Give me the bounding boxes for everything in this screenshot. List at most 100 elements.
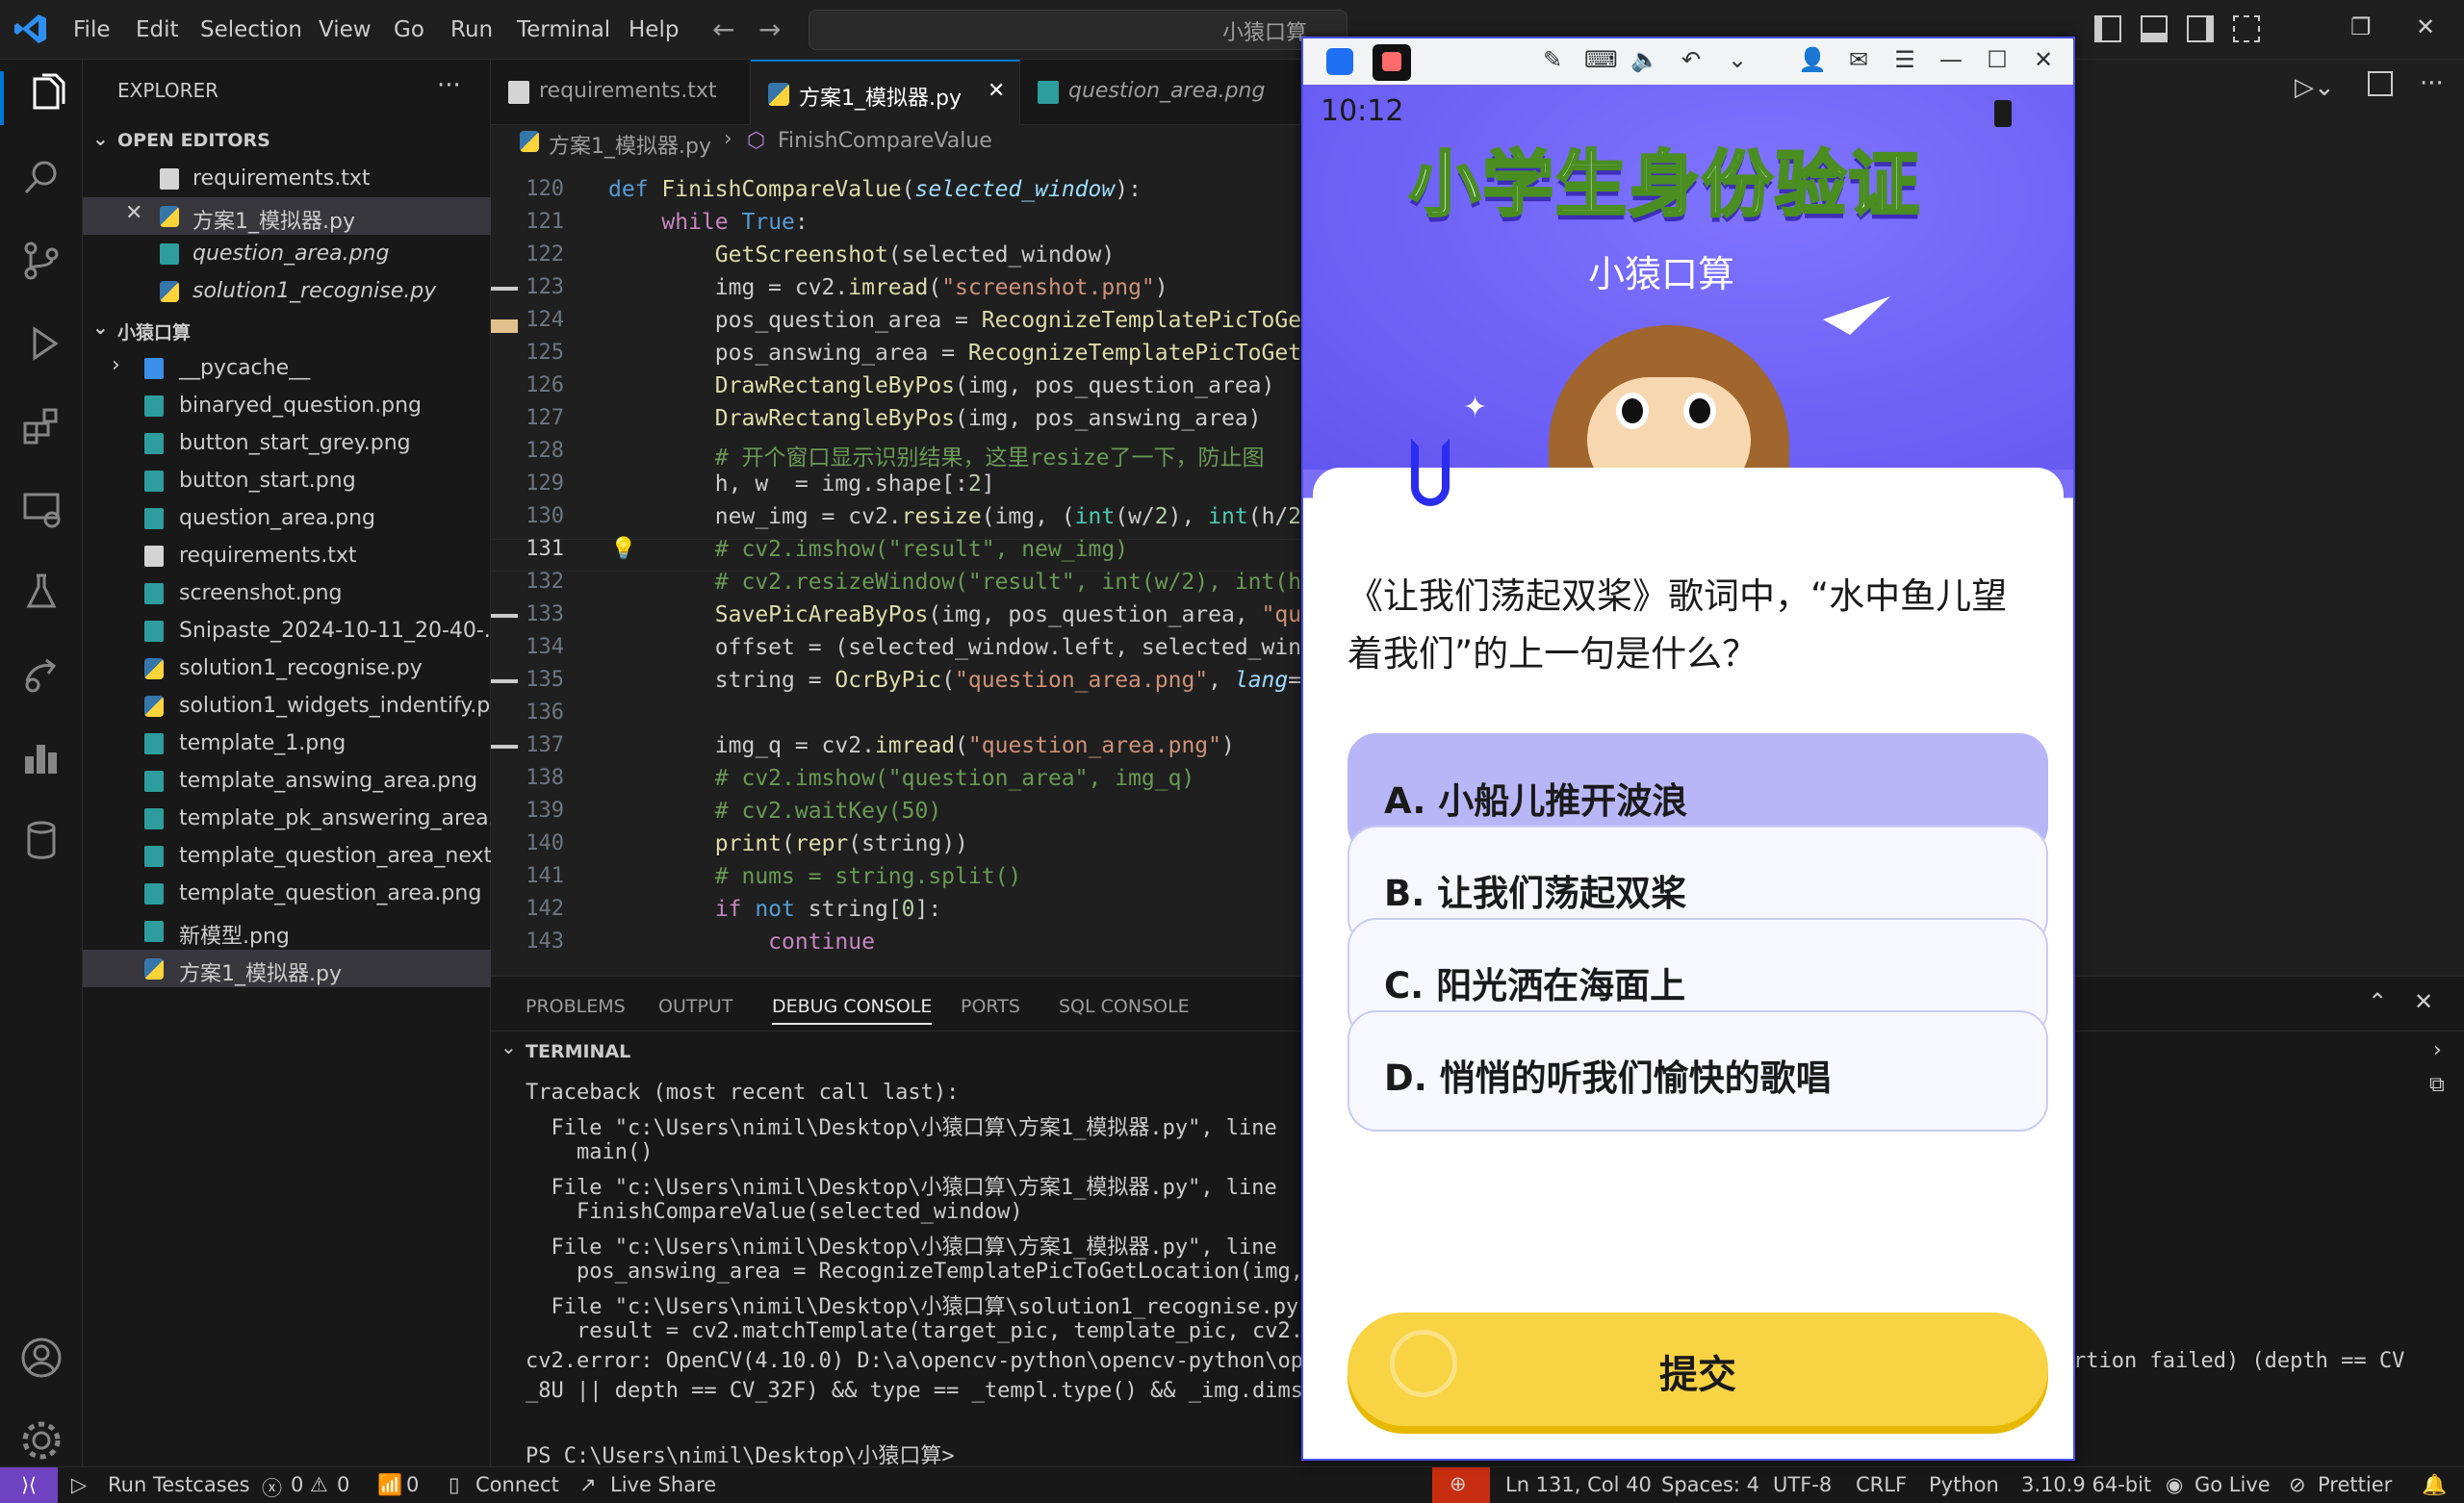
database-icon[interactable] <box>19 818 64 862</box>
file-item[interactable]: template_1.png <box>83 725 491 762</box>
file-item-pycache[interactable]: › __pycache__ <box>83 349 491 387</box>
menu-help[interactable]: Help <box>629 17 679 42</box>
file-item[interactable]: solution1_recognise.py <box>83 650 491 687</box>
close-panel-icon[interactable]: ✕ <box>2414 988 2433 1015</box>
search-icon[interactable] <box>19 156 64 200</box>
file-item[interactable]: template_question_area_next.... <box>83 837 491 875</box>
more-actions-icon[interactable]: ··· <box>2420 69 2444 98</box>
restore-icon[interactable]: ❐ <box>2350 13 2372 40</box>
file-item[interactable]: template_answing_area.png <box>83 762 491 800</box>
line-ending[interactable]: CRLF <box>1856 1473 1907 1496</box>
source-control-icon[interactable] <box>19 239 64 283</box>
python-interpreter[interactable]: 3.10.9 64-bit <box>2021 1473 2151 1496</box>
tab-output[interactable]: OUTPUT <box>658 996 732 1017</box>
toggle-panel-icon[interactable] <box>2141 15 2168 42</box>
file-item[interactable]: template_pk_answering_area.... <box>83 800 491 837</box>
live-share-icon[interactable] <box>19 652 64 697</box>
file-item[interactable]: Snipaste_2024-10-11_20-40-... <box>83 612 491 650</box>
menu-file[interactable]: File <box>73 17 111 42</box>
run-debug-icon[interactable] <box>19 321 64 366</box>
toggle-secondary-sidebar-icon[interactable] <box>2187 15 2214 42</box>
open-editor-item[interactable]: question_area.png <box>83 235 491 272</box>
menu-terminal[interactable]: Terminal <box>517 17 610 42</box>
undo-icon[interactable]: ↶ <box>1677 46 1706 75</box>
remote-indicator-icon[interactable]: ⟩⟨ <box>0 1467 58 1503</box>
menu-run[interactable]: Run <box>450 17 493 42</box>
menu-edit[interactable]: Edit <box>136 17 179 42</box>
submit-button[interactable]: 提交 <box>1348 1312 2048 1426</box>
testing-icon[interactable] <box>19 570 64 614</box>
breadcrumb-symbol[interactable]: FinishCompareValue <box>778 129 992 153</box>
menu-selection[interactable]: Selection <box>200 17 302 42</box>
maximize-panel-icon[interactable]: ⌃ <box>2368 988 2387 1015</box>
encoding[interactable]: UTF-8 <box>1773 1473 1832 1496</box>
file-item[interactable]: template_question_area.png <box>83 875 491 912</box>
menu-view[interactable]: View <box>319 17 372 42</box>
run-testcases-button[interactable]: Run Testcases <box>108 1473 250 1496</box>
mail-icon[interactable]: ✉ <box>1844 46 1873 75</box>
go-live-button[interactable]: Go Live <box>2194 1473 2271 1496</box>
open-editor-item[interactable]: solution1_recognise.py <box>83 272 491 310</box>
tab-requirements[interactable]: requirements.txt <box>491 60 751 125</box>
tab-debug-console[interactable]: DEBUG CONSOLE <box>772 996 933 1025</box>
error-count[interactable]: 0 <box>291 1473 303 1496</box>
file-item[interactable]: 新模型.png <box>83 912 491 950</box>
close-tab-icon[interactable]: ✕ <box>988 79 1005 103</box>
terminal-prompt[interactable]: PS C:\Users\nimil\Desktop\小猿口算> <box>526 1439 955 1469</box>
user-icon[interactable]: 👤 <box>1798 46 1827 75</box>
maximize-icon[interactable]: ☐ <box>1983 46 2012 75</box>
keyboard-icon[interactable]: ⌨ <box>1584 46 1618 75</box>
zoom-indicator[interactable]: ⊕ <box>1432 1467 1490 1503</box>
notifications-icon[interactable]: 🔔 <box>2422 1473 2447 1497</box>
close-window-icon[interactable]: ✕ <box>2416 13 2435 40</box>
file-item[interactable]: question_area.png <box>83 499 491 537</box>
toggle-primary-sidebar-icon[interactable] <box>2094 15 2121 42</box>
file-item-active[interactable]: 方案1_模拟器.py <box>83 950 491 987</box>
connect-button[interactable]: Connect <box>475 1473 559 1496</box>
volume-icon[interactable]: 🔈 <box>1630 46 1659 75</box>
cursor-position[interactable]: Ln 131, Col 40 <box>1505 1473 1652 1496</box>
live-share-button[interactable]: Live Share <box>610 1473 716 1496</box>
more-actions-icon[interactable]: ··· <box>437 71 461 100</box>
option-d[interactable]: D. 悄悄的听我们愉快的歌唱 <box>1348 1010 2048 1132</box>
breadcrumb-file[interactable]: 方案1_模拟器.py <box>549 129 711 160</box>
customize-layout-icon[interactable] <box>2233 15 2260 42</box>
close-icon[interactable]: ✕ <box>2029 46 2058 75</box>
run-file-icon[interactable]: ▷⌄ <box>2295 73 2335 102</box>
account-icon[interactable] <box>19 1336 64 1380</box>
app-tab-icon[interactable] <box>1373 44 1411 81</box>
minimize-icon[interactable]: — <box>1937 46 1965 75</box>
tab-sql-console[interactable]: SQL CONSOLE <box>1059 996 1190 1017</box>
tab-simulator[interactable]: 方案1_模拟器.py ✕ <box>751 60 1020 125</box>
terminal-launch-icon[interactable]: ⧉ <box>2429 1073 2445 1097</box>
explorer-icon[interactable] <box>0 71 83 125</box>
pin-icon[interactable]: ✎ <box>1538 46 1567 75</box>
tab-ports[interactable]: PORTS <box>961 996 1020 1017</box>
remote-explorer-icon[interactable] <box>19 487 64 531</box>
tab-problems[interactable]: PROBLEMS <box>526 996 626 1017</box>
extensions-icon[interactable] <box>19 404 64 448</box>
chevron-down-icon[interactable]: ⌄ <box>1723 46 1752 75</box>
file-item[interactable]: button_start.png <box>83 462 491 499</box>
file-item[interactable]: button_start_grey.png <box>83 424 491 462</box>
menu-go[interactable]: Go <box>394 17 424 42</box>
back-arrow-icon[interactable]: ← <box>712 13 734 45</box>
vscode-logo-icon[interactable] <box>13 12 48 46</box>
charts-icon[interactable] <box>19 735 64 779</box>
file-item[interactable]: screenshot.png <box>83 574 491 612</box>
file-item[interactable]: binaryed_question.png <box>83 387 491 424</box>
forward-arrow-icon[interactable]: → <box>758 13 781 45</box>
indentation[interactable]: Spaces: 4 <box>1661 1473 1759 1496</box>
language-mode[interactable]: Python <box>1929 1473 1999 1496</box>
open-editors-header[interactable]: ⌄ OPEN EDITORS <box>83 123 491 158</box>
prettier-button[interactable]: Prettier <box>2318 1473 2392 1496</box>
code-editor[interactable]: 120 121 122 123 124 125 126 127 128 129 … <box>491 160 1301 976</box>
chevron-right-icon[interactable]: › <box>2433 1038 2442 1062</box>
ports-count[interactable]: 0 <box>406 1473 419 1496</box>
settings-gear-icon[interactable] <box>19 1418 64 1463</box>
split-editor-icon[interactable] <box>2368 71 2393 96</box>
warning-count[interactable]: 0 <box>337 1473 349 1496</box>
file-item[interactable]: requirements.txt <box>83 537 491 574</box>
menu-icon[interactable]: ☰ <box>1890 46 1919 75</box>
tab-question-area[interactable]: question_area.png <box>1020 60 1301 125</box>
